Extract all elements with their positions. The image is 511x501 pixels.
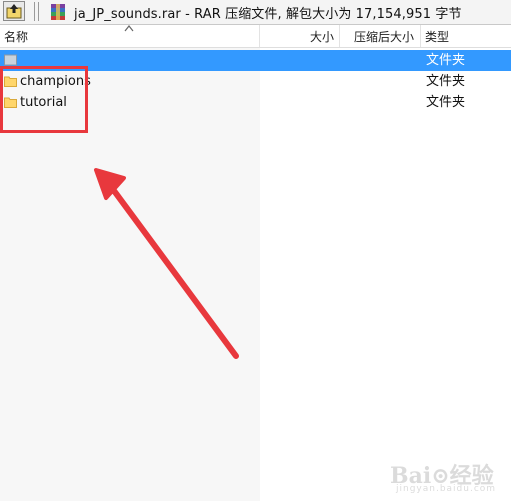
column-header-packed-size[interactable]: 压缩后大小: [340, 25, 418, 47]
list-item-type: 文件夹: [426, 53, 466, 68]
column-divider[interactable]: [420, 25, 421, 47]
archive-path-title: ja_JP_sounds.rar - RAR 压缩文件, 解包大小为 17,15…: [74, 7, 462, 22]
column-header-size[interactable]: 大小: [260, 25, 338, 47]
toolbar-separator: [34, 2, 35, 21]
parent-folder-icon: [4, 54, 17, 66]
column-header-bar: 名称 大小 压缩后大小 类型: [0, 25, 511, 48]
path-bar: ja_JP_sounds.rar - RAR 压缩文件, 解包大小为 17,15…: [0, 0, 511, 25]
sort-ascending-icon: [124, 25, 134, 32]
rar-archive-icon: [51, 4, 65, 20]
annotation-highlight-box: [0, 66, 88, 133]
list-item-type: 文件夹: [426, 74, 466, 89]
column-header-name[interactable]: 名称: [4, 25, 28, 47]
baidu-watermark: Bai⊙经验 jingyan.baidu.com: [390, 452, 500, 494]
column-divider[interactable]: [259, 25, 260, 47]
column-header-type[interactable]: 类型: [425, 25, 449, 47]
up-folder-icon: [6, 4, 22, 19]
watermark-subtext: jingyan.baidu.com: [396, 484, 497, 494]
up-folder-button[interactable]: [3, 1, 25, 21]
toolbar-separator: [38, 2, 39, 21]
list-item-type: 文件夹: [426, 95, 466, 110]
column-divider[interactable]: [339, 25, 340, 47]
